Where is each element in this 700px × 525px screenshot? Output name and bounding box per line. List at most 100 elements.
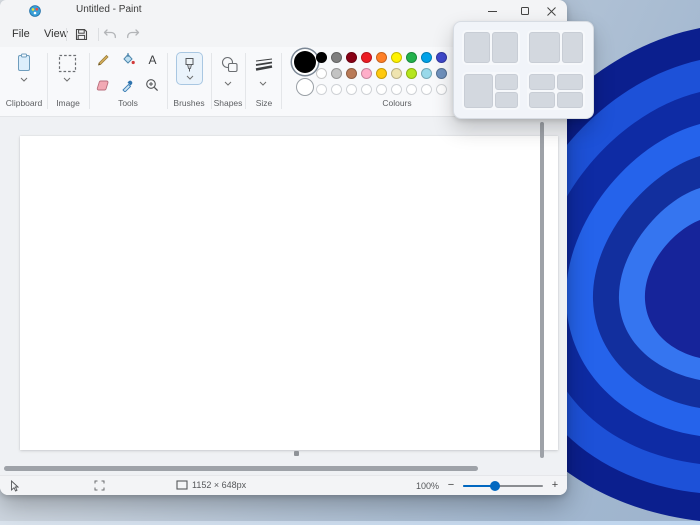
- colour-swatch[interactable]: [436, 68, 447, 79]
- chevron-down-icon: [224, 81, 232, 86]
- pencil-tool[interactable]: [95, 51, 111, 67]
- menu-view[interactable]: View: [38, 26, 74, 42]
- colour-swatch[interactable]: [316, 52, 327, 63]
- save-icon: [75, 28, 88, 41]
- canvas-size-text: 1152 × 648px: [192, 480, 246, 490]
- maximize-button[interactable]: [510, 0, 539, 22]
- snap-pane[interactable]: [464, 32, 490, 63]
- color-picker-tool[interactable]: [120, 77, 136, 93]
- brush-icon: [183, 57, 196, 74]
- colour-swatch[interactable]: [346, 68, 357, 79]
- swatch-row-1: [316, 52, 447, 63]
- snap-pane[interactable]: [492, 32, 518, 63]
- empty-swatch-slot[interactable]: [361, 84, 372, 95]
- redo-button[interactable]: [124, 25, 142, 43]
- colour-swatch[interactable]: [391, 68, 402, 79]
- snap-pane[interactable]: [562, 32, 583, 63]
- snap-layouts-flyout: [453, 21, 594, 119]
- colour-swatch[interactable]: [316, 68, 327, 79]
- colour-swatch[interactable]: [406, 68, 417, 79]
- menubar-divider: [66, 28, 67, 41]
- menu-file[interactable]: File: [6, 26, 36, 42]
- paint-app-icon: [29, 5, 41, 17]
- empty-swatch-slot[interactable]: [331, 84, 342, 95]
- colour-swatch[interactable]: [376, 68, 387, 79]
- redo-icon: [126, 28, 140, 40]
- eraser-icon: [96, 79, 111, 92]
- swatch-row-empty: [316, 84, 447, 95]
- colour-swatch[interactable]: [421, 68, 432, 79]
- empty-swatch-slot[interactable]: [391, 84, 402, 95]
- status-bar: 1152 × 648px 100% − +: [0, 475, 567, 495]
- empty-swatch-slot[interactable]: [346, 84, 357, 95]
- chevron-down-icon: [63, 77, 71, 82]
- colour-swatch[interactable]: [331, 52, 342, 63]
- snap-layout-split-50-50[interactable]: [462, 30, 520, 65]
- colour-swatch[interactable]: [376, 52, 387, 63]
- window-title: Untitled - Paint: [76, 4, 142, 15]
- close-button[interactable]: [537, 0, 566, 22]
- cursor-icon: [10, 480, 19, 492]
- drawing-canvas[interactable]: [20, 136, 558, 450]
- chevron-down-icon: [20, 77, 28, 82]
- group-label-colours: Colours: [357, 98, 437, 108]
- colour-swatch[interactable]: [346, 52, 357, 63]
- empty-swatch-slot[interactable]: [436, 84, 447, 95]
- minimize-icon: [488, 11, 497, 12]
- primary-colour-swatch[interactable]: [294, 51, 316, 73]
- snap-layout-wide-left[interactable]: [527, 30, 585, 65]
- colour-swatch[interactable]: [406, 52, 417, 63]
- colour-swatch[interactable]: [331, 68, 342, 79]
- zoom-slider[interactable]: [463, 485, 543, 487]
- secondary-colour-swatch[interactable]: [296, 78, 314, 96]
- shapes-button[interactable]: [219, 55, 239, 75]
- snap-pane[interactable]: [464, 74, 493, 109]
- zoom-level: 100%: [416, 481, 439, 491]
- snap-pane[interactable]: [495, 92, 518, 108]
- snap-layout-quad-grid[interactable]: [527, 72, 585, 111]
- fill-icon: [121, 52, 136, 66]
- fill-tool[interactable]: [120, 51, 136, 67]
- shapes-icon: [220, 56, 239, 74]
- save-button[interactable]: [72, 25, 90, 43]
- magnifier-tool[interactable]: [144, 77, 160, 93]
- swatch-row-2: [316, 68, 447, 79]
- snap-layout-left-half-right-stacked[interactable]: [462, 72, 520, 111]
- minimize-button[interactable]: [478, 0, 507, 22]
- empty-swatch-slot[interactable]: [376, 84, 387, 95]
- select-icon: [58, 54, 77, 73]
- snap-pane[interactable]: [529, 32, 560, 63]
- undo-button[interactable]: [101, 25, 119, 43]
- colour-swatch[interactable]: [421, 52, 432, 63]
- zoom-in-button[interactable]: +: [548, 478, 562, 492]
- zoom-out-button[interactable]: −: [444, 478, 458, 492]
- color-picker-icon: [121, 78, 135, 92]
- size-button[interactable]: [254, 55, 274, 75]
- empty-swatch-slot[interactable]: [406, 84, 417, 95]
- snap-pane[interactable]: [557, 92, 583, 108]
- snap-pane[interactable]: [557, 74, 583, 90]
- snap-pane[interactable]: [529, 92, 555, 108]
- maximize-icon: [521, 7, 529, 15]
- empty-swatch-slot[interactable]: [421, 84, 432, 95]
- empty-swatch-slot[interactable]: [316, 84, 327, 95]
- canvas-resize-handle[interactable]: [294, 451, 299, 456]
- chevron-down-icon: [186, 75, 194, 80]
- undo-icon: [103, 28, 117, 40]
- pencil-icon: [96, 52, 110, 66]
- horizontal-scrollbar[interactable]: [4, 466, 478, 471]
- text-tool[interactable]: A: [144, 51, 160, 67]
- snap-pane[interactable]: [495, 74, 518, 90]
- brushes-button[interactable]: [176, 52, 203, 85]
- zoom-slider-thumb[interactable]: [490, 481, 500, 491]
- colour-swatch[interactable]: [391, 52, 402, 63]
- snap-pane[interactable]: [529, 74, 555, 90]
- line-size-icon: [255, 57, 273, 73]
- eraser-tool[interactable]: [95, 77, 111, 93]
- selection-size-icon: [94, 480, 105, 491]
- work-area: [0, 117, 567, 475]
- vertical-scrollbar[interactable]: [540, 122, 544, 458]
- colour-swatch[interactable]: [361, 52, 372, 63]
- colour-swatch[interactable]: [436, 52, 447, 63]
- colour-swatch[interactable]: [361, 68, 372, 79]
